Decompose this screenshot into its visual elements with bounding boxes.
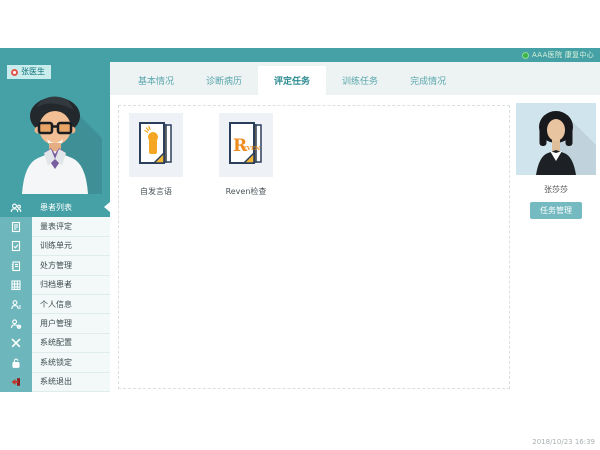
tab-assessment-tasks[interactable]: 评定任务 (258, 66, 326, 95)
users-icon (0, 198, 32, 217)
doctor-badge[interactable]: 张医生 (7, 65, 51, 79)
id-card-icon (0, 295, 32, 314)
lock-icon (0, 353, 32, 372)
archive-grid-icon (0, 276, 32, 295)
sidebar-item-patient-list[interactable]: 患者列表 (0, 198, 110, 217)
tab-label: 完成情况 (410, 74, 446, 87)
task-tile (129, 113, 183, 177)
svg-text:EVEN: EVEN (243, 146, 261, 152)
task-spontaneous-speech[interactable]: 自发言语 (121, 113, 191, 197)
sidebar-item-system-exit[interactable]: 系统退出 (0, 373, 110, 392)
scale-document-icon (0, 217, 32, 236)
tab-bar: 基本情况 诊断病历 评定任务 训练任务 完成情况 (110, 62, 600, 95)
tab-label: 评定任务 (274, 74, 310, 87)
sidebar-item-label: 系统锁定 (32, 353, 110, 372)
task-label: Reven检查 (226, 186, 267, 197)
task-management-button[interactable]: 任务管理 (530, 202, 582, 219)
doctor-avatar (8, 86, 102, 194)
brand-text: AAA医院 康复中心 (532, 50, 594, 60)
clinic-gear-icon (11, 69, 18, 76)
sidebar-item-training-unit[interactable]: 训练单元 (0, 237, 110, 256)
sidebar-item-label: 系统退出 (32, 373, 110, 392)
sidebar-item-system-lock[interactable]: 系统锁定 (0, 353, 110, 372)
sidebar-item-label: 个人信息 (32, 295, 110, 314)
prescription-book-icon (0, 256, 32, 275)
sidebar-item-label: 用户管理 (32, 314, 110, 333)
main-content: 自发言语 R EVEN Reven检查 (110, 95, 600, 434)
task-tile: R EVEN (219, 113, 273, 177)
sidebar-menu: 患者列表 量表评定 训练单元 (0, 198, 110, 392)
training-check-icon (0, 237, 32, 256)
sidebar-item-scale-assessment[interactable]: 量表评定 (0, 217, 110, 236)
sidebar: 张医生 (0, 48, 110, 392)
tab-label: 基本情况 (138, 74, 174, 87)
user-settings-icon (0, 314, 32, 333)
tools-icon (0, 334, 32, 353)
sidebar-item-archived-patients[interactable]: 归档患者 (0, 276, 110, 295)
patient-card: 张莎莎 任务管理 (512, 103, 600, 219)
sidebar-item-label: 量表评定 (32, 217, 110, 236)
sidebar-item-label: 系统配置 (32, 334, 110, 353)
patient-name: 张莎莎 (544, 184, 568, 195)
task-reven-test[interactable]: R EVEN Reven检查 (211, 113, 281, 197)
app-window: AAA医院 康复中心 张医生 (0, 48, 600, 434)
exit-icon (0, 373, 32, 392)
task-label: 自发言语 (140, 186, 172, 197)
tab-label: 训练任务 (342, 74, 378, 87)
task-panel: 自发言语 R EVEN Reven检查 (118, 105, 510, 389)
sidebar-item-prescription[interactable]: 处方管理 (0, 256, 110, 275)
sidebar-item-system-config[interactable]: 系统配置 (0, 334, 110, 353)
tab-completion-status[interactable]: 完成情况 (394, 66, 462, 95)
sidebar-item-label: 患者列表 (32, 198, 110, 217)
tab-basic-info[interactable]: 基本情况 (122, 66, 190, 95)
tab-training-tasks[interactable]: 训练任务 (326, 66, 394, 95)
sidebar-item-label: 训练单元 (32, 237, 110, 256)
reven-document-icon: R EVEN (226, 121, 266, 169)
speech-document-icon (136, 121, 176, 169)
brand-badge: AAA医院 康复中心 (522, 50, 594, 60)
patient-avatar (516, 103, 596, 175)
tab-label: 诊断病历 (206, 74, 242, 87)
sidebar-item-personal-info[interactable]: 个人信息 (0, 295, 110, 314)
tab-diagnosis-records[interactable]: 诊断病历 (190, 66, 258, 95)
sidebar-item-label: 处方管理 (32, 256, 110, 275)
app-page: AAA医院 康复中心 张医生 (0, 0, 600, 450)
status-timestamp: 2018/10/23 16:39 (532, 438, 595, 446)
sidebar-item-user-management[interactable]: 用户管理 (0, 314, 110, 333)
sidebar-item-label: 归档患者 (32, 276, 110, 295)
doctor-badge-label: 张医生 (21, 68, 45, 76)
hospital-logo-icon (522, 52, 529, 59)
